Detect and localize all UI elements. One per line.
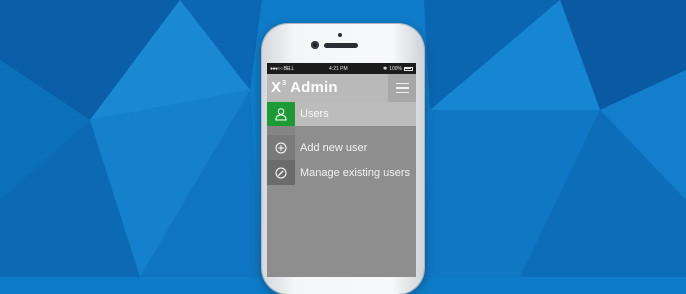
bluetooth-icon: ✱ — [382, 65, 388, 72]
menu-item-add-new-user[interactable]: Add new user — [267, 135, 416, 160]
app-header: X3 Admin — [267, 74, 416, 102]
menu-item-label: Add new user — [300, 141, 368, 154]
user-icon — [267, 102, 295, 126]
menu-item-users[interactable]: Users — [267, 102, 416, 126]
hamburger-menu-button[interactable] — [388, 74, 416, 102]
earpiece-speaker — [324, 43, 358, 48]
status-right: ✱ 100% — [383, 66, 413, 72]
plus-circle-icon — [267, 135, 295, 160]
hamburger-line — [395, 87, 409, 89]
battery-icon — [403, 66, 413, 71]
status-time: 4:21 PM — [329, 65, 348, 72]
status-bar: ●●●○○ BELL 4:21 PM ✱ 100% — [267, 63, 416, 74]
hamburger-line — [395, 82, 409, 85]
menu-item-manage-existing-users[interactable]: Manage existing users — [267, 160, 416, 185]
phone-screen: ●●●○○ BELL 4:21 PM ✱ 100% X3 Admin Users — [267, 63, 416, 277]
carrier-signal: ●●●○○ BELL — [270, 65, 294, 72]
front-camera — [311, 41, 319, 49]
menu-item-label: Users — [300, 108, 329, 120]
menu-item-label: Manage existing users — [300, 166, 411, 179]
menu-divider — [267, 126, 295, 135]
battery-percent: 100% — [389, 65, 402, 72]
pencil-circle-icon — [267, 160, 295, 185]
app-title: X3 Admin — [271, 79, 338, 96]
hamburger-line — [395, 91, 409, 94]
proximity-sensor — [338, 33, 342, 37]
